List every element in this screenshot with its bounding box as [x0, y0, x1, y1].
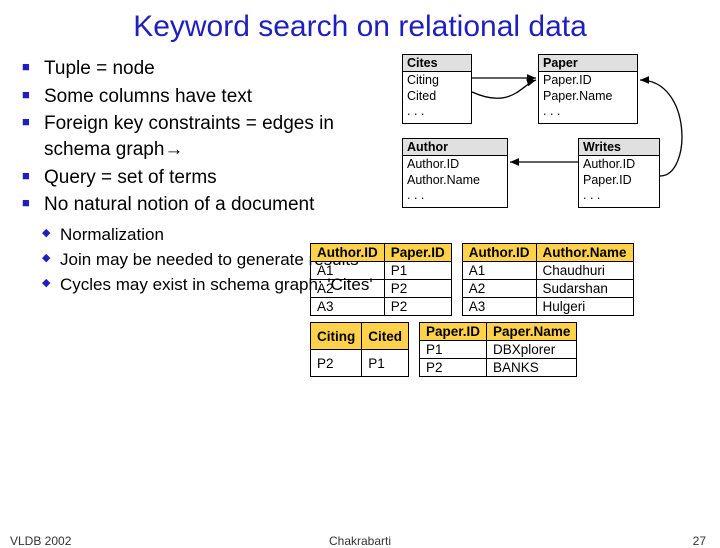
bullet-item: Tuple = node [22, 56, 382, 82]
schema-field: Paper.ID [543, 73, 633, 89]
footer-right: 27 [693, 534, 706, 548]
table-header: Paper.Name [487, 323, 577, 341]
table-cites-data: Citing Cited P2P1 [310, 322, 409, 377]
schema-box-header: Author [403, 139, 507, 156]
schema-field: . . . [583, 188, 655, 204]
table-header: Citing [311, 323, 362, 350]
schema-field: Author.ID [583, 157, 655, 173]
table-header: Cited [362, 323, 409, 350]
table-header: Author.ID [311, 244, 385, 262]
table-cell: A1 [311, 262, 385, 280]
table-header: Paper.ID [420, 323, 487, 341]
bullet-item: No natural notion of a document [22, 192, 382, 218]
schema-field: Paper.Name [543, 89, 633, 105]
table-cell: BANKS [487, 359, 577, 377]
table-cell: P2 [311, 350, 362, 377]
table-writes-data: Author.ID Paper.ID A1P1 A2P2 A3P2 [310, 243, 452, 316]
bullet-item: Foreign key constraints = edges in schem… [22, 111, 382, 162]
table-cell: A3 [462, 298, 536, 316]
table-cell: A2 [462, 280, 536, 298]
table-cell: A2 [311, 280, 385, 298]
footer-center: Chakrabarti [0, 534, 720, 548]
schema-field: . . . [407, 188, 503, 204]
schema-field: Citing [407, 73, 467, 89]
table-cell: Hulgeri [536, 298, 633, 316]
table-cell: P2 [420, 359, 487, 377]
schema-field: Paper.ID [583, 173, 655, 189]
schema-field: Cited [407, 89, 467, 105]
table-cell: Chaudhuri [536, 262, 633, 280]
table-cell: DBXplorer [487, 341, 577, 359]
table-cell: A1 [462, 262, 536, 280]
schema-box-author: Author Author.ID Author.Name . . . [402, 138, 508, 208]
table-paper-data: Paper.ID Paper.Name P1DBXplorer P2BANKS [419, 322, 577, 377]
table-cell: Sudarshan [536, 280, 633, 298]
data-tables: Author.ID Paper.ID A1P1 A2P2 A3P2 Author… [310, 243, 710, 383]
schema-box-cites: Cites Citing Cited . . . [402, 54, 472, 124]
table-header: Paper.ID [384, 244, 451, 262]
table-header: Author.Name [536, 244, 633, 262]
schema-field: . . . [407, 104, 467, 120]
table-cell: A3 [311, 298, 385, 316]
schema-field: Author.Name [407, 173, 503, 189]
schema-box-header: Cites [403, 55, 471, 72]
schema-field: . . . [543, 104, 633, 120]
schema-diagram: Cites Citing Cited . . . Paper Paper.ID … [402, 54, 702, 234]
schema-field: Author.ID [407, 157, 503, 173]
bullet-item: Some columns have text [22, 84, 382, 110]
schema-box-header: Writes [579, 139, 659, 156]
table-cell: P2 [384, 298, 451, 316]
schema-box-paper: Paper Paper.ID Paper.Name . . . [538, 54, 638, 124]
table-cell: P1 [420, 341, 487, 359]
schema-box-header: Paper [539, 55, 637, 72]
slide-title: Keyword search on relational data [0, 0, 720, 56]
table-cell: P1 [362, 350, 409, 377]
table-author-data: Author.ID Author.Name A1Chaudhuri A2Suda… [462, 243, 634, 316]
schema-box-writes: Writes Author.ID Paper.ID . . . [578, 138, 660, 208]
table-header: Author.ID [462, 244, 536, 262]
table-cell: P1 [384, 262, 451, 280]
bullet-item: Query = set of terms [22, 165, 382, 191]
table-cell: P2 [384, 280, 451, 298]
